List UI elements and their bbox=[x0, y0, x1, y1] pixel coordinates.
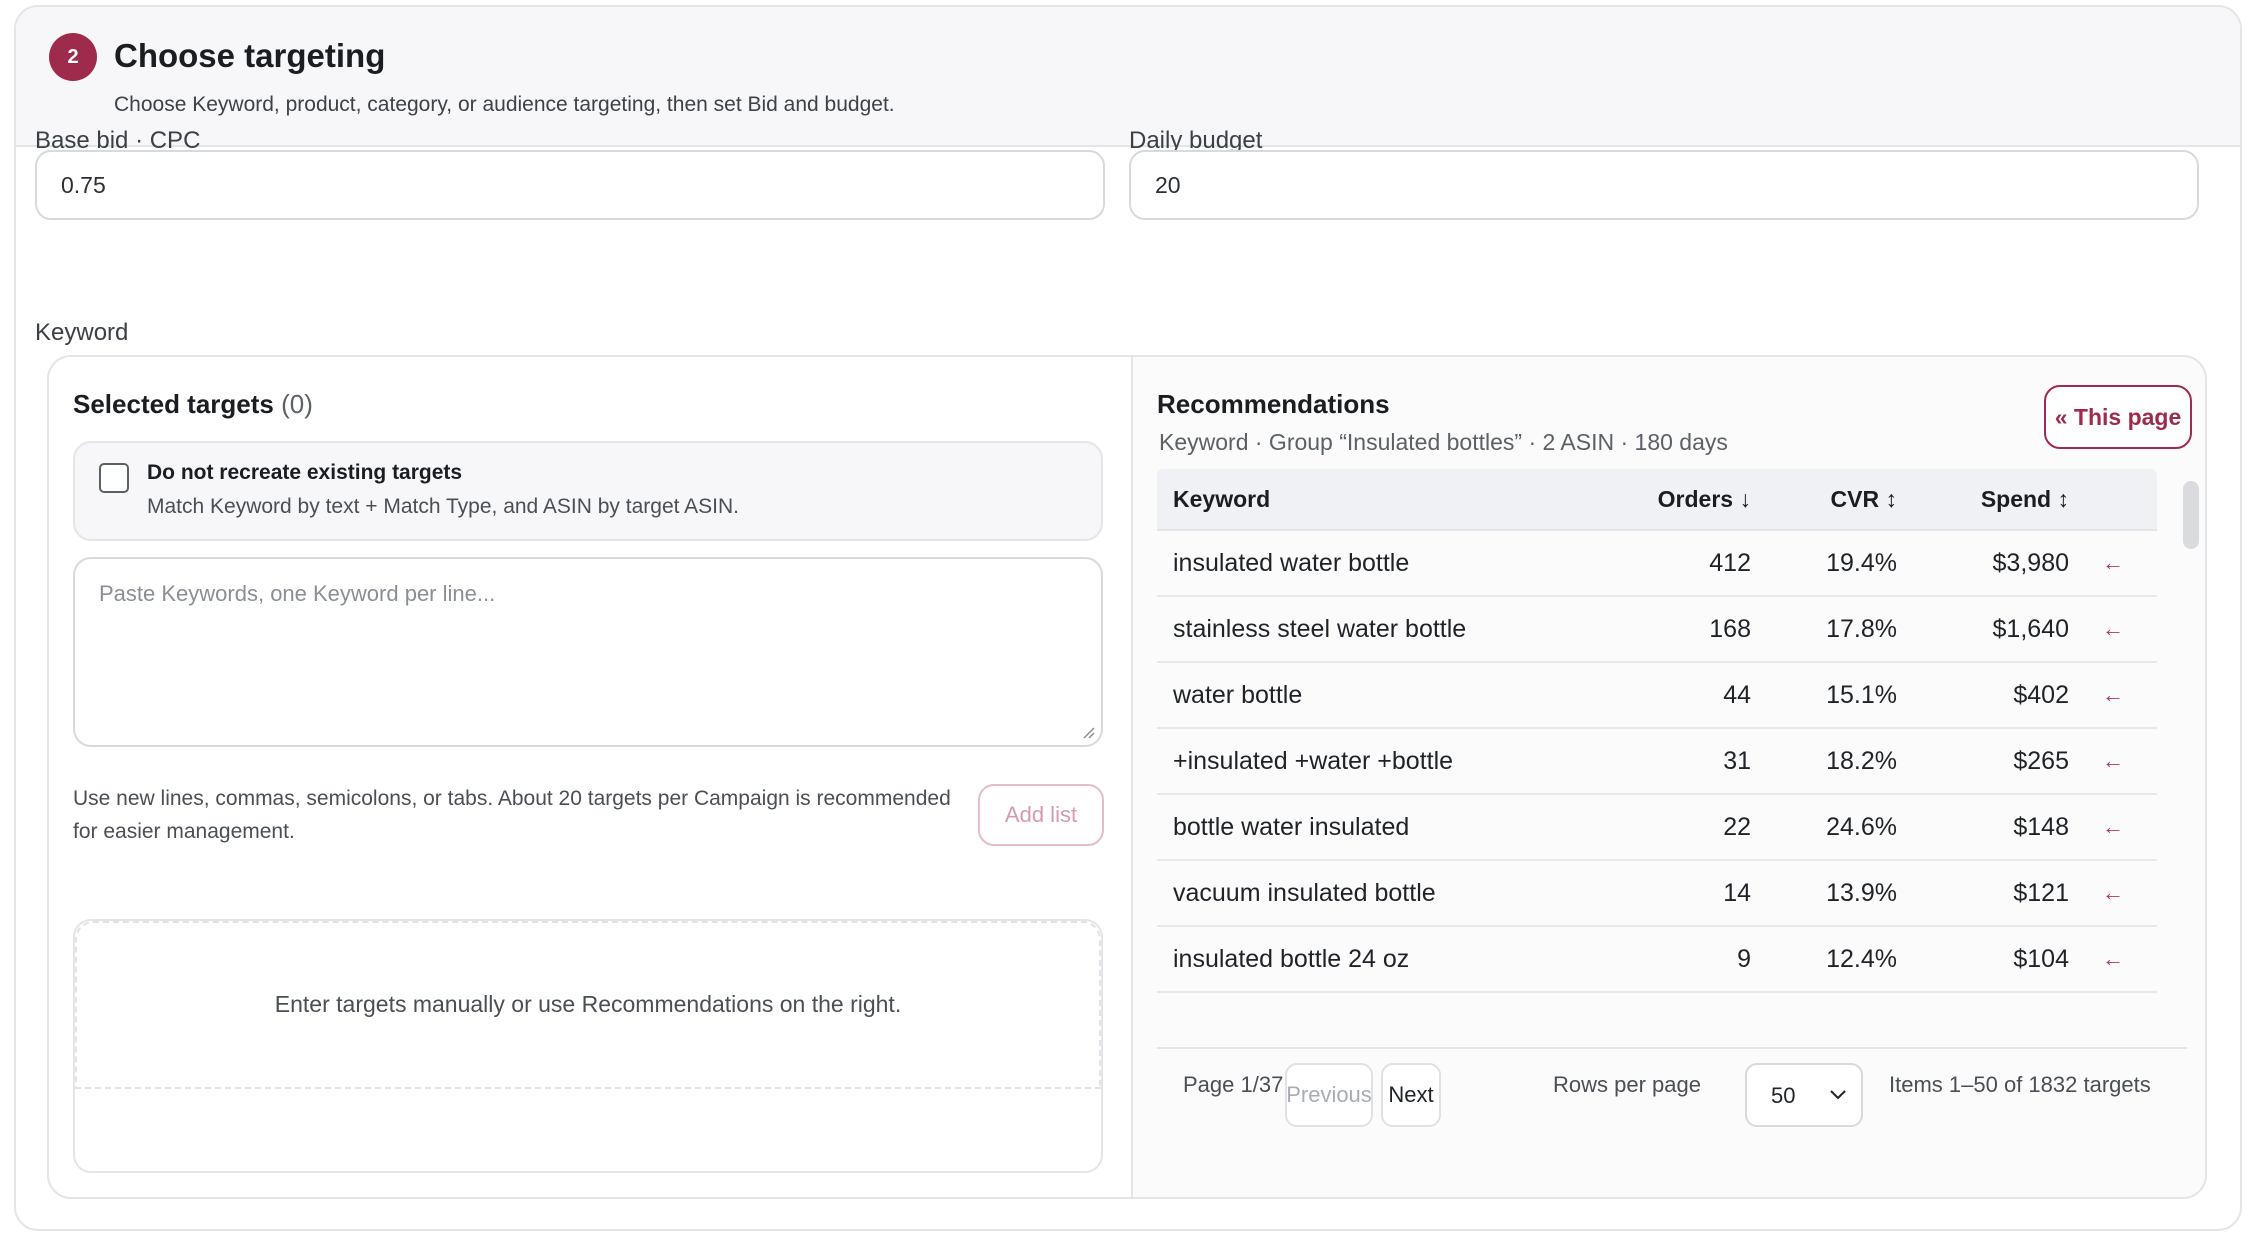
table-row: insulated bottle 24 oz 9 12.4% $104 ← bbox=[1157, 927, 2157, 993]
add-target-arrow-icon[interactable]: ← bbox=[2069, 880, 2157, 906]
selected-targets-count: (0) bbox=[281, 389, 313, 419]
rows-per-page-label: Rows per page bbox=[1553, 1072, 1701, 1097]
table-header: Keyword Orders ↓ CVR ↕ Spend ↕ bbox=[1157, 469, 2157, 531]
section-subtitle: Choose Keyword, product, category, or au… bbox=[114, 93, 895, 116]
row-spend: $104 bbox=[2013, 944, 2069, 973]
add-target-arrow-icon[interactable]: ← bbox=[2069, 748, 2157, 774]
col-cvr-sort[interactable]: CVR ↕ bbox=[1751, 486, 1897, 513]
row-orders: 31 bbox=[1723, 746, 1751, 775]
table-row: bottle water insulated 22 24.6% $148 ← bbox=[1157, 795, 2157, 861]
row-keyword: insulated bottle 24 oz bbox=[1173, 944, 1410, 973]
row-keyword: stainless steel water bottle bbox=[1173, 614, 1467, 643]
row-cvr: 15.1% bbox=[1826, 680, 1897, 709]
row-cvr: 19.4% bbox=[1826, 548, 1897, 577]
rows-per-page-value: 50 bbox=[1771, 1083, 1796, 1108]
row-cvr: 24.6% bbox=[1826, 812, 1897, 841]
selected-targets-label: Selected targets bbox=[73, 389, 274, 419]
row-spend: $3,980 bbox=[1992, 548, 2069, 577]
dedupe-checkbox[interactable] bbox=[99, 463, 129, 493]
row-spend: $265 bbox=[2013, 746, 2069, 775]
row-spend: $1,640 bbox=[1992, 614, 2069, 643]
rows-per-page-select[interactable]: 50 bbox=[1745, 1063, 1863, 1127]
resize-grip-icon[interactable] bbox=[1081, 725, 1095, 739]
page-indicator: Page 1/37 bbox=[1183, 1072, 1284, 1097]
table-row: water bottle 44 15.1% $402 ← bbox=[1157, 663, 2157, 729]
row-cvr: 17.8% bbox=[1826, 614, 1897, 643]
row-keyword: insulated water bottle bbox=[1173, 548, 1410, 577]
row-keyword: vacuum insulated bottle bbox=[1173, 878, 1436, 907]
recommendations-table: Keyword Orders ↓ CVR ↕ Spend ↕ insulated… bbox=[1157, 469, 2157, 993]
chevron-down-icon bbox=[1830, 1090, 1846, 1100]
textarea-help-text: Use new lines, commas, semicolons, or ta… bbox=[73, 787, 951, 843]
bid-input[interactable]: 0.75 bbox=[35, 150, 1105, 220]
dedupe-option[interactable]: Do not recreate existing targets Match K… bbox=[73, 441, 1103, 541]
next-button[interactable]: Next bbox=[1381, 1063, 1441, 1127]
row-orders: 14 bbox=[1723, 878, 1751, 907]
selected-targets-title: Selected targets (0) bbox=[73, 389, 313, 420]
table-row: insulated water bottle 412 19.4% $3,980 ← bbox=[1157, 531, 2157, 597]
table-scrollbar[interactable] bbox=[2183, 481, 2199, 549]
row-orders: 44 bbox=[1723, 680, 1751, 709]
recommendations-title: Recommendations bbox=[1157, 389, 1390, 419]
dedupe-option-description: Match Keyword by text + Match Type, and … bbox=[147, 495, 739, 518]
table-row: +insulated +water +bottle 31 18.2% $265 ← bbox=[1157, 729, 2157, 795]
step-badge: 2 bbox=[49, 33, 97, 81]
add-target-arrow-icon[interactable]: ← bbox=[2069, 682, 2157, 708]
col-orders-sort[interactable]: Orders ↓ bbox=[1557, 486, 1751, 513]
table-row: stainless steel water bottle 168 17.8% $1,6… bbox=[1157, 597, 2157, 663]
row-spend: $402 bbox=[2013, 680, 2069, 709]
row-keyword: water bottle bbox=[1173, 680, 1303, 709]
dedupe-option-title: Do not recreate existing targets bbox=[147, 461, 463, 484]
row-spend: $148 bbox=[2013, 812, 2069, 841]
textarea-placeholder: Paste Keywords, one Keyword per line... bbox=[99, 581, 496, 606]
add-target-arrow-icon[interactable]: ← bbox=[2069, 550, 2157, 576]
row-orders: 168 bbox=[1709, 614, 1751, 643]
recommendations-pane: Recommendations Keyword · Group “Insulat… bbox=[1131, 357, 2205, 1197]
row-spend: $121 bbox=[2013, 878, 2069, 907]
row-keyword: +insulated +water +bottle bbox=[1173, 746, 1454, 775]
row-keyword: bottle water insulated bbox=[1173, 812, 1410, 841]
keywords-textarea[interactable]: Paste Keywords, one Keyword per line... bbox=[73, 557, 1103, 747]
items-count: Items 1–50 of 1832 targets bbox=[1889, 1072, 2151, 1097]
table-row: vacuum insulated bottle 14 13.9% $121 ← bbox=[1157, 861, 2157, 927]
add-target-arrow-icon[interactable]: ← bbox=[2069, 814, 2157, 840]
recommendations-subtitle: Keyword · Group “Insulated bottles” · 2 … bbox=[1159, 429, 1728, 455]
previous-button[interactable]: Previous bbox=[1285, 1063, 1373, 1127]
row-orders: 412 bbox=[1709, 548, 1751, 577]
section-title: Choose targeting bbox=[114, 37, 386, 74]
selected-targets-empty: Enter targets manually or use Recommenda… bbox=[73, 919, 1103, 1173]
add-target-arrow-icon[interactable]: ← bbox=[2069, 946, 2157, 972]
add-this-page-button[interactable]: « This page bbox=[2044, 385, 2192, 449]
col-keyword: Keyword bbox=[1173, 485, 1271, 512]
empty-state-text: Enter targets manually or use Recommenda… bbox=[75, 921, 1101, 1089]
row-cvr: 12.4% bbox=[1826, 944, 1897, 973]
keyword-panel: Selected targets (0) Do not recreate exi… bbox=[47, 355, 2207, 1199]
card-header: 2 Choose targeting Choose Keyword, produ… bbox=[16, 7, 2240, 147]
row-orders: 9 bbox=[1737, 944, 1751, 973]
keyword-section-label: Keyword bbox=[35, 319, 129, 346]
col-spend-sort[interactable]: Spend ↕ bbox=[1897, 486, 2069, 513]
row-orders: 22 bbox=[1723, 812, 1751, 841]
add-target-arrow-icon[interactable]: ← bbox=[2069, 616, 2157, 642]
row-cvr: 13.9% bbox=[1826, 878, 1897, 907]
budget-input[interactable]: 20 bbox=[1129, 150, 2199, 220]
row-cvr: 18.2% bbox=[1826, 746, 1897, 775]
add-list-button[interactable]: Add list bbox=[978, 784, 1104, 846]
